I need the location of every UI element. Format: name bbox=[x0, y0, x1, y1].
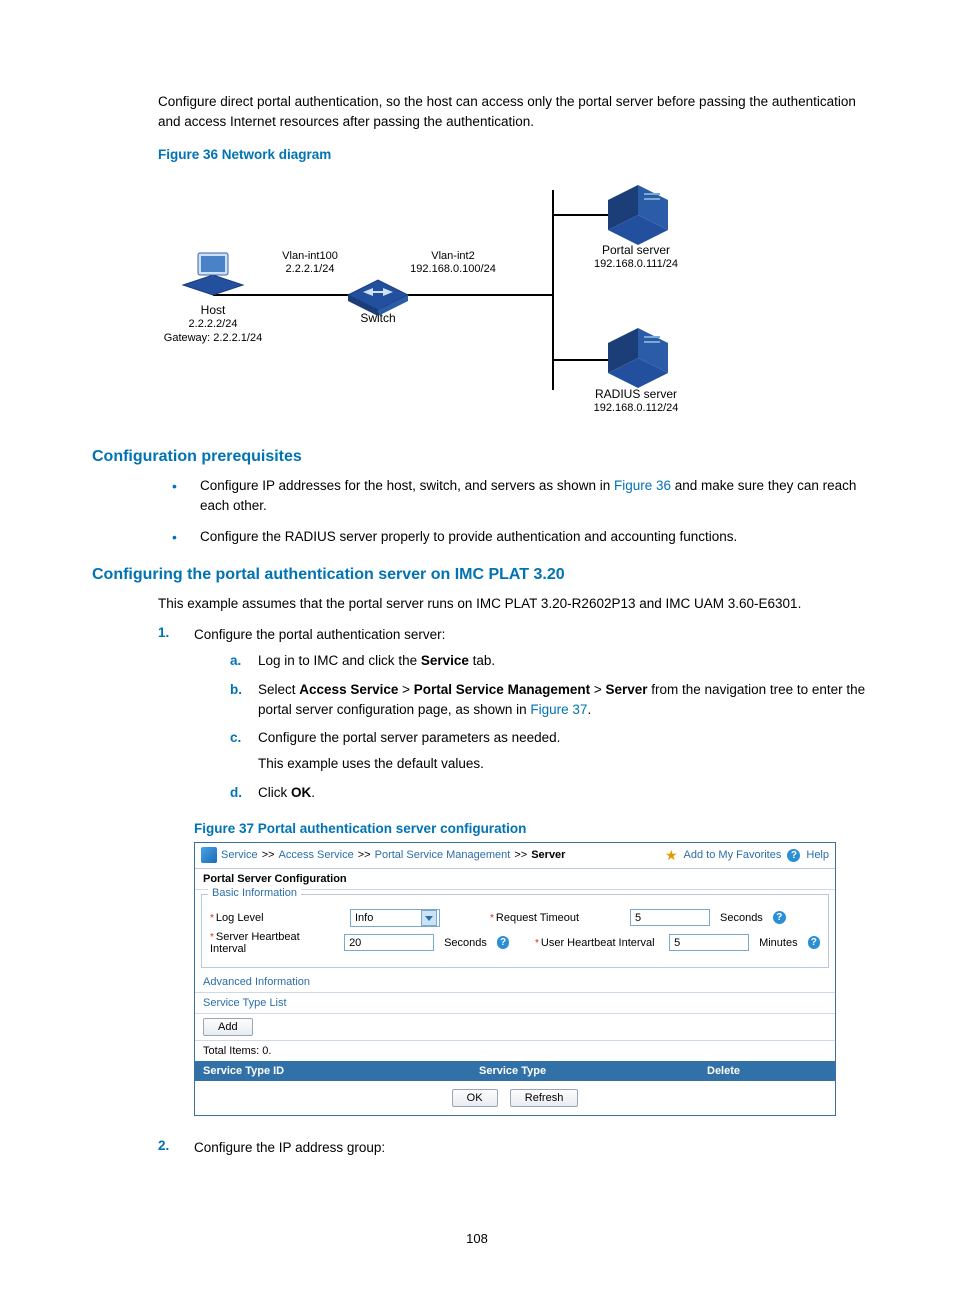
table-header: Service Type ID Service Type Delete bbox=[195, 1061, 835, 1081]
chevron-down-icon bbox=[421, 910, 437, 926]
substep-b-b2: Portal Service Management bbox=[414, 682, 590, 697]
figure-36-link[interactable]: Figure 36 bbox=[614, 478, 671, 493]
help-link[interactable]: Help bbox=[806, 849, 829, 861]
step-2-number: 2. bbox=[158, 1138, 194, 1158]
server-hb-input[interactable] bbox=[344, 934, 434, 951]
intro-paragraph: Configure direct portal authentication, … bbox=[158, 92, 864, 133]
substep-c: c. Configure the portal server parameter… bbox=[230, 728, 874, 775]
heading-prerequisites: Configuration prerequisites bbox=[92, 448, 874, 466]
seconds-label-2: Seconds bbox=[444, 937, 487, 949]
breadcrumb: Service >> Access Service >> Portal Serv… bbox=[195, 843, 835, 869]
breadcrumb-server: Server bbox=[531, 849, 565, 861]
substep-a-letter: a. bbox=[230, 651, 258, 671]
prereq-bullet-1: Configure IP addresses for the host, swi… bbox=[200, 476, 874, 518]
req-timeout-label: *Request Timeout bbox=[490, 912, 620, 924]
substep-b-sep2: > bbox=[590, 682, 605, 697]
substep-b-b3: Server bbox=[605, 682, 647, 697]
vlan2-ip: 192.168.0.100/24 bbox=[393, 263, 513, 276]
help-icon[interactable]: ? bbox=[787, 849, 800, 862]
vlan100-name: Vlan-int100 bbox=[250, 250, 370, 263]
breadcrumb-service[interactable]: Service bbox=[221, 849, 258, 861]
switch-label: Switch bbox=[318, 312, 438, 325]
breadcrumb-sep-2: >> bbox=[358, 849, 371, 861]
substep-c-text: Configure the portal server parameters a… bbox=[258, 730, 560, 745]
vlan100-ip: 2.2.2.1/24 bbox=[250, 263, 370, 276]
substep-d-t2: . bbox=[311, 785, 315, 800]
page-number: 108 bbox=[0, 1231, 954, 1246]
step-1: 1. Configure the portal authentication s… bbox=[158, 625, 874, 811]
basic-info-legend: Basic Information bbox=[208, 887, 301, 899]
heading-configuring: Configuring the portal authentication se… bbox=[92, 566, 874, 584]
ok-button[interactable]: OK bbox=[452, 1089, 498, 1107]
vlan2-name: Vlan-int2 bbox=[393, 250, 513, 263]
help-icon-server-hb[interactable]: ? bbox=[497, 936, 509, 949]
figure-36-caption: Figure 36 Network diagram bbox=[158, 147, 874, 162]
substep-b-b1: Access Service bbox=[299, 682, 398, 697]
substep-a-bold: Service bbox=[421, 653, 469, 668]
config-intro: This example assumes that the portal ser… bbox=[158, 594, 874, 615]
substep-d-t1: Click bbox=[258, 785, 291, 800]
service-type-list-header: Service Type List bbox=[195, 992, 835, 1013]
substep-c-letter: c. bbox=[230, 728, 258, 775]
substep-b-t1: Select bbox=[258, 682, 299, 697]
figure-37-link[interactable]: Figure 37 bbox=[530, 702, 587, 717]
substep-a-t1: Log in to IMC and click the bbox=[258, 653, 421, 668]
substep-b-letter: b. bbox=[230, 680, 258, 721]
substep-b-sep1: > bbox=[398, 682, 413, 697]
step-2: 2. Configure the IP address group: bbox=[158, 1138, 874, 1158]
substep-a-t2: tab. bbox=[469, 653, 495, 668]
network-diagram: Host 2.2.2.2/24 Gateway: 2.2.2.1/24 Vlan… bbox=[158, 170, 718, 430]
figure-37-caption: Figure 37 Portal authentication server c… bbox=[194, 821, 874, 836]
seconds-label-1: Seconds bbox=[720, 912, 763, 924]
advanced-info-link[interactable]: Advanced Information bbox=[203, 976, 310, 988]
breadcrumb-icon bbox=[201, 847, 217, 863]
portal-name: Portal server bbox=[576, 244, 696, 257]
substep-d-bold: OK bbox=[291, 785, 311, 800]
refresh-button[interactable]: Refresh bbox=[510, 1089, 579, 1107]
user-hb-input[interactable] bbox=[669, 934, 749, 951]
radius-name: RADIUS server bbox=[576, 388, 696, 401]
host-ip: 2.2.2.2/24 bbox=[153, 318, 273, 331]
breadcrumb-sep-1: >> bbox=[262, 849, 275, 861]
req-timeout-input[interactable] bbox=[630, 909, 710, 926]
add-button[interactable]: Add bbox=[203, 1018, 253, 1036]
substep-b-t3: . bbox=[587, 702, 591, 717]
add-favorites-link[interactable]: Add to My Favorites bbox=[684, 849, 782, 861]
th-service-type-id: Service Type ID bbox=[195, 1061, 471, 1081]
user-hb-label: *User Heartbeat Interval bbox=[535, 937, 659, 949]
prereq-bullet-2: Configure the RADIUS server properly to … bbox=[200, 527, 874, 548]
host-label: Host bbox=[153, 304, 273, 317]
portal-ip: 192.168.0.111/24 bbox=[576, 258, 696, 271]
step-1-number: 1. bbox=[158, 625, 194, 811]
step-2-text: Configure the IP address group: bbox=[194, 1138, 874, 1158]
log-level-value: Info bbox=[355, 912, 373, 924]
breadcrumb-portal-mgmt[interactable]: Portal Service Management bbox=[375, 849, 511, 861]
minutes-label: Minutes bbox=[759, 937, 798, 949]
basic-info-fieldset: Basic Information *Log Level Info *Reque… bbox=[201, 894, 829, 968]
host-gw: Gateway: 2.2.2.1/24 bbox=[153, 332, 273, 345]
server-hb-label: *Server Heartbeat Interval bbox=[210, 931, 334, 955]
star-icon: ★ bbox=[665, 847, 678, 864]
substep-d-letter: d. bbox=[230, 783, 258, 803]
prereq-1-text-a: Configure IP addresses for the host, swi… bbox=[200, 478, 614, 493]
help-icon-user-hb[interactable]: ? bbox=[808, 936, 820, 949]
substep-a: a. Log in to IMC and click the Service t… bbox=[230, 651, 874, 671]
breadcrumb-sep-3: >> bbox=[514, 849, 527, 861]
log-level-select[interactable]: Info bbox=[350, 909, 440, 927]
substep-b: b. Select Access Service > Portal Servic… bbox=[230, 680, 874, 721]
substep-c-sub: This example uses the default values. bbox=[258, 754, 874, 774]
th-delete: Delete bbox=[699, 1061, 835, 1081]
total-items-label: Total Items: 0. bbox=[195, 1040, 835, 1061]
radius-ip: 192.168.0.112/24 bbox=[576, 402, 696, 415]
substep-d: d. Click OK. bbox=[230, 783, 874, 803]
th-service-type: Service Type bbox=[471, 1061, 699, 1081]
step-1-text: Configure the portal authentication serv… bbox=[194, 627, 445, 642]
breadcrumb-access-service[interactable]: Access Service bbox=[279, 849, 354, 861]
log-level-label: *Log Level bbox=[210, 912, 340, 924]
help-icon-timeout[interactable]: ? bbox=[773, 911, 786, 924]
portal-server-config-panel: Service >> Access Service >> Portal Serv… bbox=[194, 842, 836, 1116]
